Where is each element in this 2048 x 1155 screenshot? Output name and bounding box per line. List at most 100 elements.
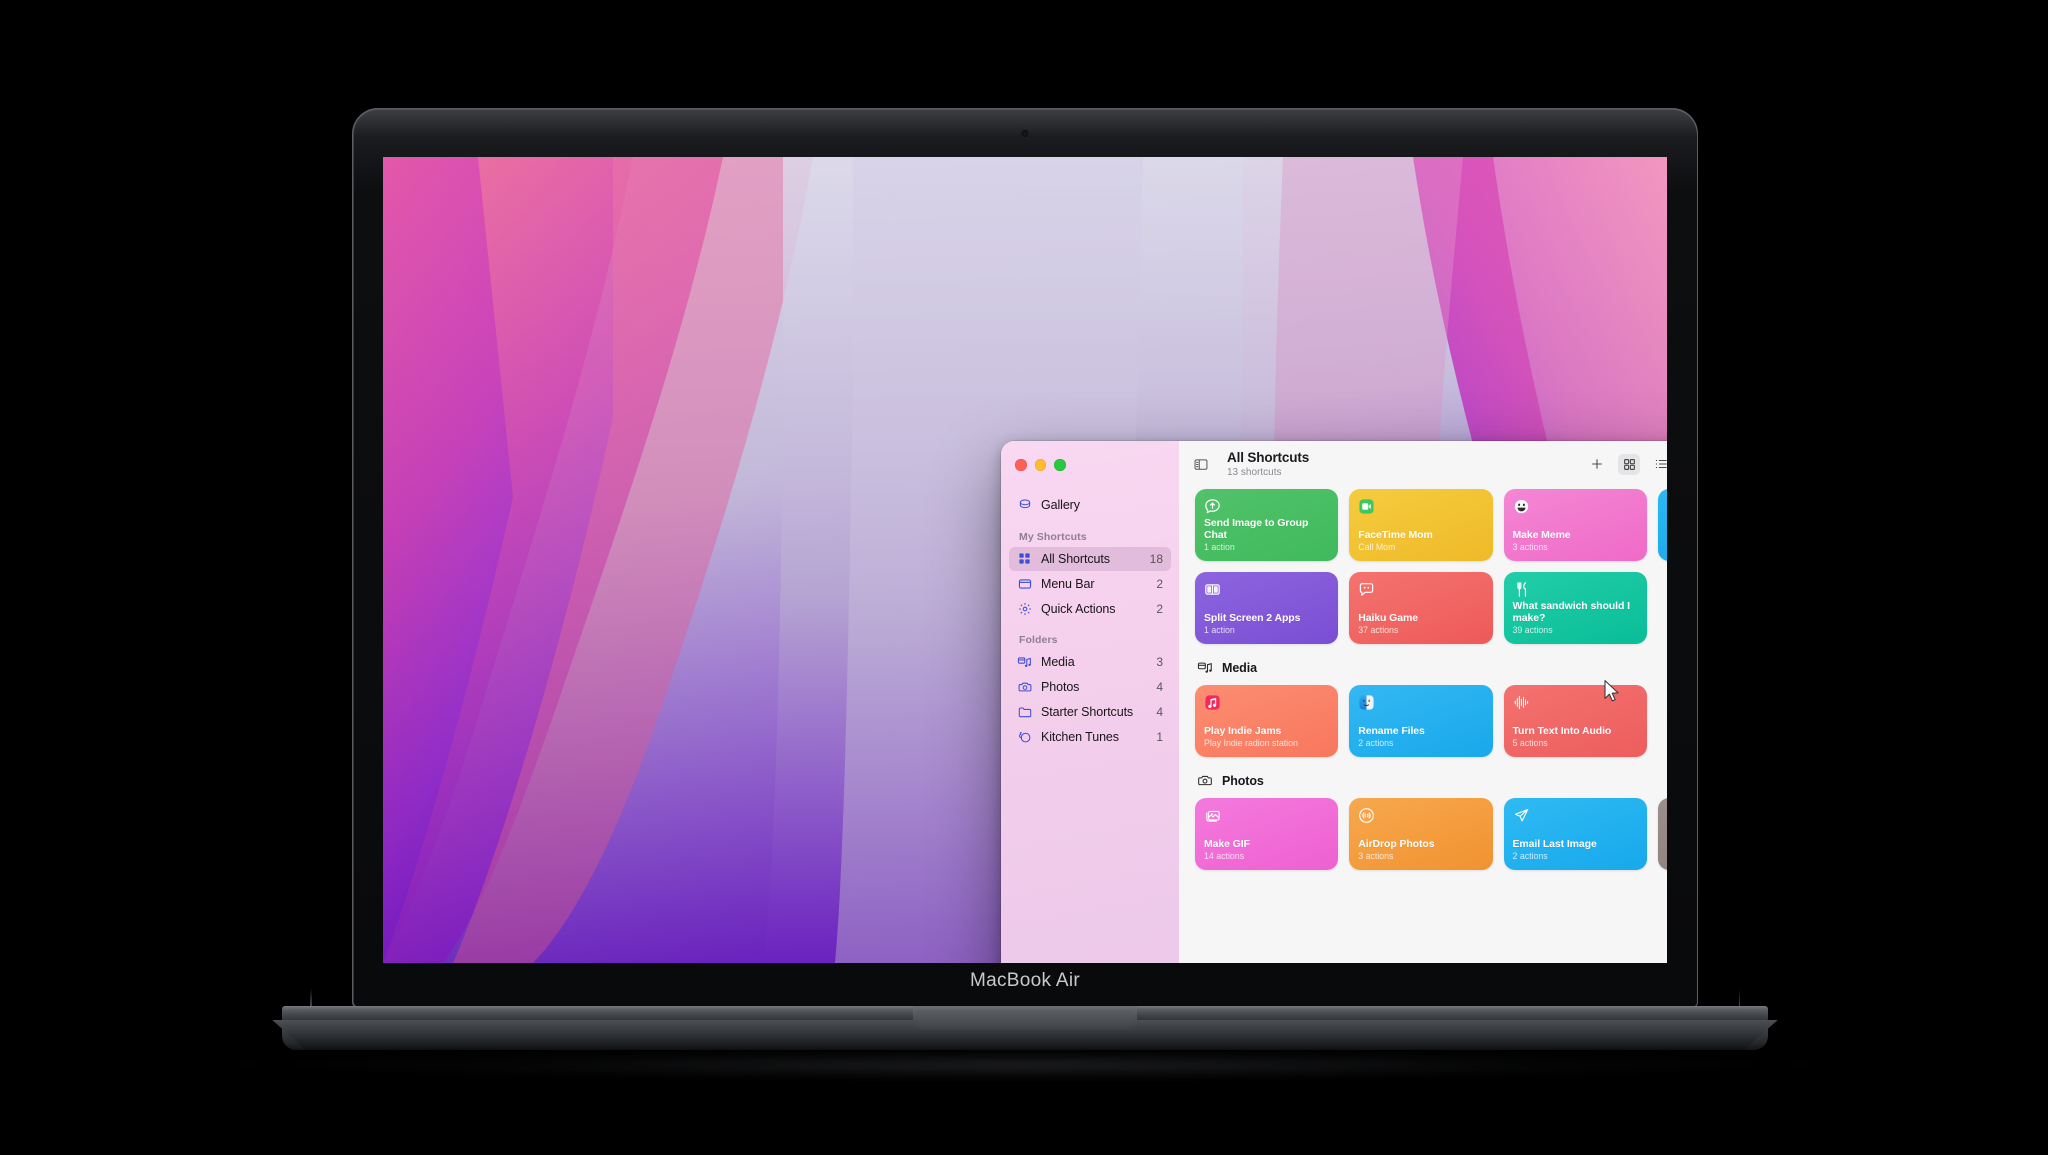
shortcut-name: Haiku Game <box>1358 611 1418 624</box>
shortcut-text: Turn Text Into Audio 5 actions <box>1512 724 1638 750</box>
sidebar-item-quick-actions[interactable]: Quick Actions 2 <box>1009 597 1171 621</box>
sidebar-item-photos[interactable]: Photos 4 <box>1009 675 1171 699</box>
macbook-air-device: Gallery My Shortcuts All Shortcuts 18 Me… <box>222 108 1828 1082</box>
shortcut-tile[interactable]: What sandwich should I make? 39 actions <box>1503 572 1647 644</box>
shortcut-tile[interactable]: FaceTime Mom Call Mom <box>1349 489 1493 561</box>
sidebar-item-label: Menu Bar <box>1041 576 1095 591</box>
shortcut-name: Rename Files <box>1358 724 1425 737</box>
shortcut-tile[interactable]: Stop Distractions 4 actions <box>1657 489 1667 561</box>
sidebar-item-starter-shortcuts[interactable]: Starter Shortcuts 4 <box>1009 700 1171 724</box>
shortcut-sub: 2 actions <box>1358 738 1394 748</box>
close-window-button[interactable] <box>1015 459 1027 471</box>
shortcut-name: FaceTime Mom <box>1358 528 1433 541</box>
section-title: Media <box>1222 660 1257 675</box>
camera-icon <box>1017 679 1032 694</box>
shortcut-sub: 5 actions <box>1512 738 1548 748</box>
shortcut-tile[interactable]: AirDrop Photos 3 actions <box>1349 798 1493 870</box>
sidebar-item-count: 2 <box>1156 576 1163 591</box>
shortcut-sub: 1 action <box>1204 625 1235 635</box>
shortcut-name: Play Indie Jams <box>1204 724 1282 737</box>
sidebar-item-count: 3 <box>1156 654 1163 669</box>
shortcut-tile[interactable]: Turn Text Into Audio 5 actions <box>1503 685 1647 757</box>
shortcut-tile[interactable]: Show Screenshots 2 actions <box>1657 798 1667 870</box>
sidebar-item-menu-bar[interactable]: Menu Bar 2 <box>1009 572 1171 596</box>
shortcut-name: Turn Text Into Audio <box>1512 724 1612 737</box>
app-toolbar: All Shortcuts 13 shortcuts <box>1179 441 1667 487</box>
grid-view-icon[interactable] <box>1618 453 1640 475</box>
waveform-icon <box>1513 693 1532 712</box>
shortcut-name: Make GIF <box>1204 837 1250 850</box>
shortcuts-app-window: Gallery My Shortcuts All Shortcuts 18 Me… <box>1001 441 1667 963</box>
sidebar-item-gallery[interactable]: Gallery <box>1009 493 1171 517</box>
shortcut-text: Make Meme 3 actions <box>1512 528 1638 554</box>
sidebar-item-label: Quick Actions <box>1041 601 1116 616</box>
sidebar-item-all-shortcuts[interactable]: All Shortcuts 18 <box>1009 546 1171 571</box>
app-content: All Shortcuts 13 shortcuts Send Image to… <box>1179 441 1667 963</box>
sidebar-toggle-icon[interactable] <box>1191 454 1211 474</box>
sidebar-section-header-my-shortcuts: My Shortcuts <box>1019 530 1087 543</box>
sidebar-section-header-folders: Folders <box>1019 633 1058 646</box>
shortcut-sub: Play Indie radion station <box>1204 738 1298 748</box>
shortcut-sub: 37 actions <box>1358 625 1399 635</box>
sidebar-item-count: 2 <box>1156 601 1163 616</box>
shortcut-grid-media: Play Indie Jams Play Indie radion statio… <box>1195 685 1667 757</box>
sidebar-item-kitchen-tunes[interactable]: Kitchen Tunes 1 <box>1009 725 1171 749</box>
sidebar-item-label: Gallery <box>1041 497 1080 512</box>
kitchen-icon <box>1017 729 1032 744</box>
menubar-icon <box>1017 576 1032 591</box>
sidebar-item-count: 1 <box>1156 729 1163 744</box>
sidebar-item-count: 18 <box>1149 551 1163 566</box>
page-title-block: All Shortcuts 13 shortcuts <box>1227 450 1309 479</box>
shortcut-sub: 1 action <box>1204 542 1235 552</box>
facetime-icon <box>1358 497 1377 516</box>
shortcut-text: Split Screen 2 Apps 1 action <box>1204 612 1329 637</box>
fork-knife-icon <box>1513 580 1532 599</box>
shortcut-sub: 3 actions <box>1512 542 1548 552</box>
laptop-base-notch <box>913 1006 1137 1030</box>
shortcut-tile[interactable]: Make GIF 14 actions <box>1195 798 1339 870</box>
sidebar-item-media[interactable]: Media 3 <box>1009 650 1171 674</box>
shortcut-sub: 2 actions <box>1512 851 1548 861</box>
media-icon <box>1017 654 1032 669</box>
sidebar-item-label: Kitchen Tunes <box>1041 729 1119 744</box>
shortcut-tile[interactable]: Play Indie Jams Play Indie radion statio… <box>1195 685 1339 757</box>
window-traffic-lights <box>1001 447 1179 471</box>
app-sidebar: Gallery My Shortcuts All Shortcuts 18 Me… <box>1001 441 1179 963</box>
shortcut-text: Make GIF 14 actions <box>1204 837 1329 863</box>
minimize-window-button[interactable] <box>1034 459 1046 471</box>
section-header-photos: Photos <box>1195 757 1667 798</box>
shortcut-tile[interactable]: Haiku Game 37 actions <box>1349 572 1493 644</box>
shortcut-name: Email Last Image <box>1512 837 1597 850</box>
sidebar-item-label: All Shortcuts <box>1041 551 1110 566</box>
shortcut-text: AirDrop Photos 3 actions <box>1358 838 1483 863</box>
page-title: All Shortcuts <box>1227 449 1310 465</box>
quote-bubble-icon <box>1358 580 1377 599</box>
photo-stack-icon <box>1204 806 1223 825</box>
add-shortcut-button[interactable] <box>1586 454 1608 475</box>
shortcut-sub: 3 actions <box>1358 851 1394 861</box>
webcam-icon <box>1021 130 1029 137</box>
shortcuts-scroll-area[interactable]: Send Image to Group Chat 1 action FaceTi… <box>1179 487 1667 963</box>
zoom-window-button[interactable] <box>1054 459 1066 471</box>
smiley-icon <box>1513 497 1532 516</box>
sidebar-item-label: Photos <box>1041 679 1080 694</box>
shortcut-text: Send Image to Group Chat 1 action <box>1204 517 1329 553</box>
shortcut-sub: 14 actions <box>1204 851 1245 861</box>
list-view-icon[interactable] <box>1650 454 1667 475</box>
shortcut-tile[interactable]: Rename Files 2 actions <box>1349 685 1493 757</box>
shortcut-tile[interactable]: Split Screen 2 Apps 1 action <box>1195 572 1339 644</box>
shortcut-tile[interactable]: Email Last Image 2 actions <box>1503 798 1647 870</box>
shortcut-grid-all: Send Image to Group Chat 1 action FaceTi… <box>1195 489 1667 644</box>
gallery-icon <box>1017 497 1032 512</box>
shortcut-name: Make Meme <box>1512 528 1571 541</box>
device-shadow <box>222 1046 1828 1082</box>
shortcut-tile[interactable]: Send Image to Group Chat 1 action <box>1195 489 1339 561</box>
sidebar-item-count: 4 <box>1156 704 1163 719</box>
shortcut-tile[interactable]: Make Meme 3 actions <box>1503 489 1647 561</box>
split-view-icon <box>1204 580 1223 599</box>
page-subtitle: 13 shortcuts <box>1227 466 1282 478</box>
sidebar-item-count: 4 <box>1156 679 1163 694</box>
section-title: Photos <box>1222 773 1264 788</box>
shortcut-sub: 39 actions <box>1512 625 1553 635</box>
laptop-lid: Gallery My Shortcuts All Shortcuts 18 Me… <box>352 108 1698 1008</box>
